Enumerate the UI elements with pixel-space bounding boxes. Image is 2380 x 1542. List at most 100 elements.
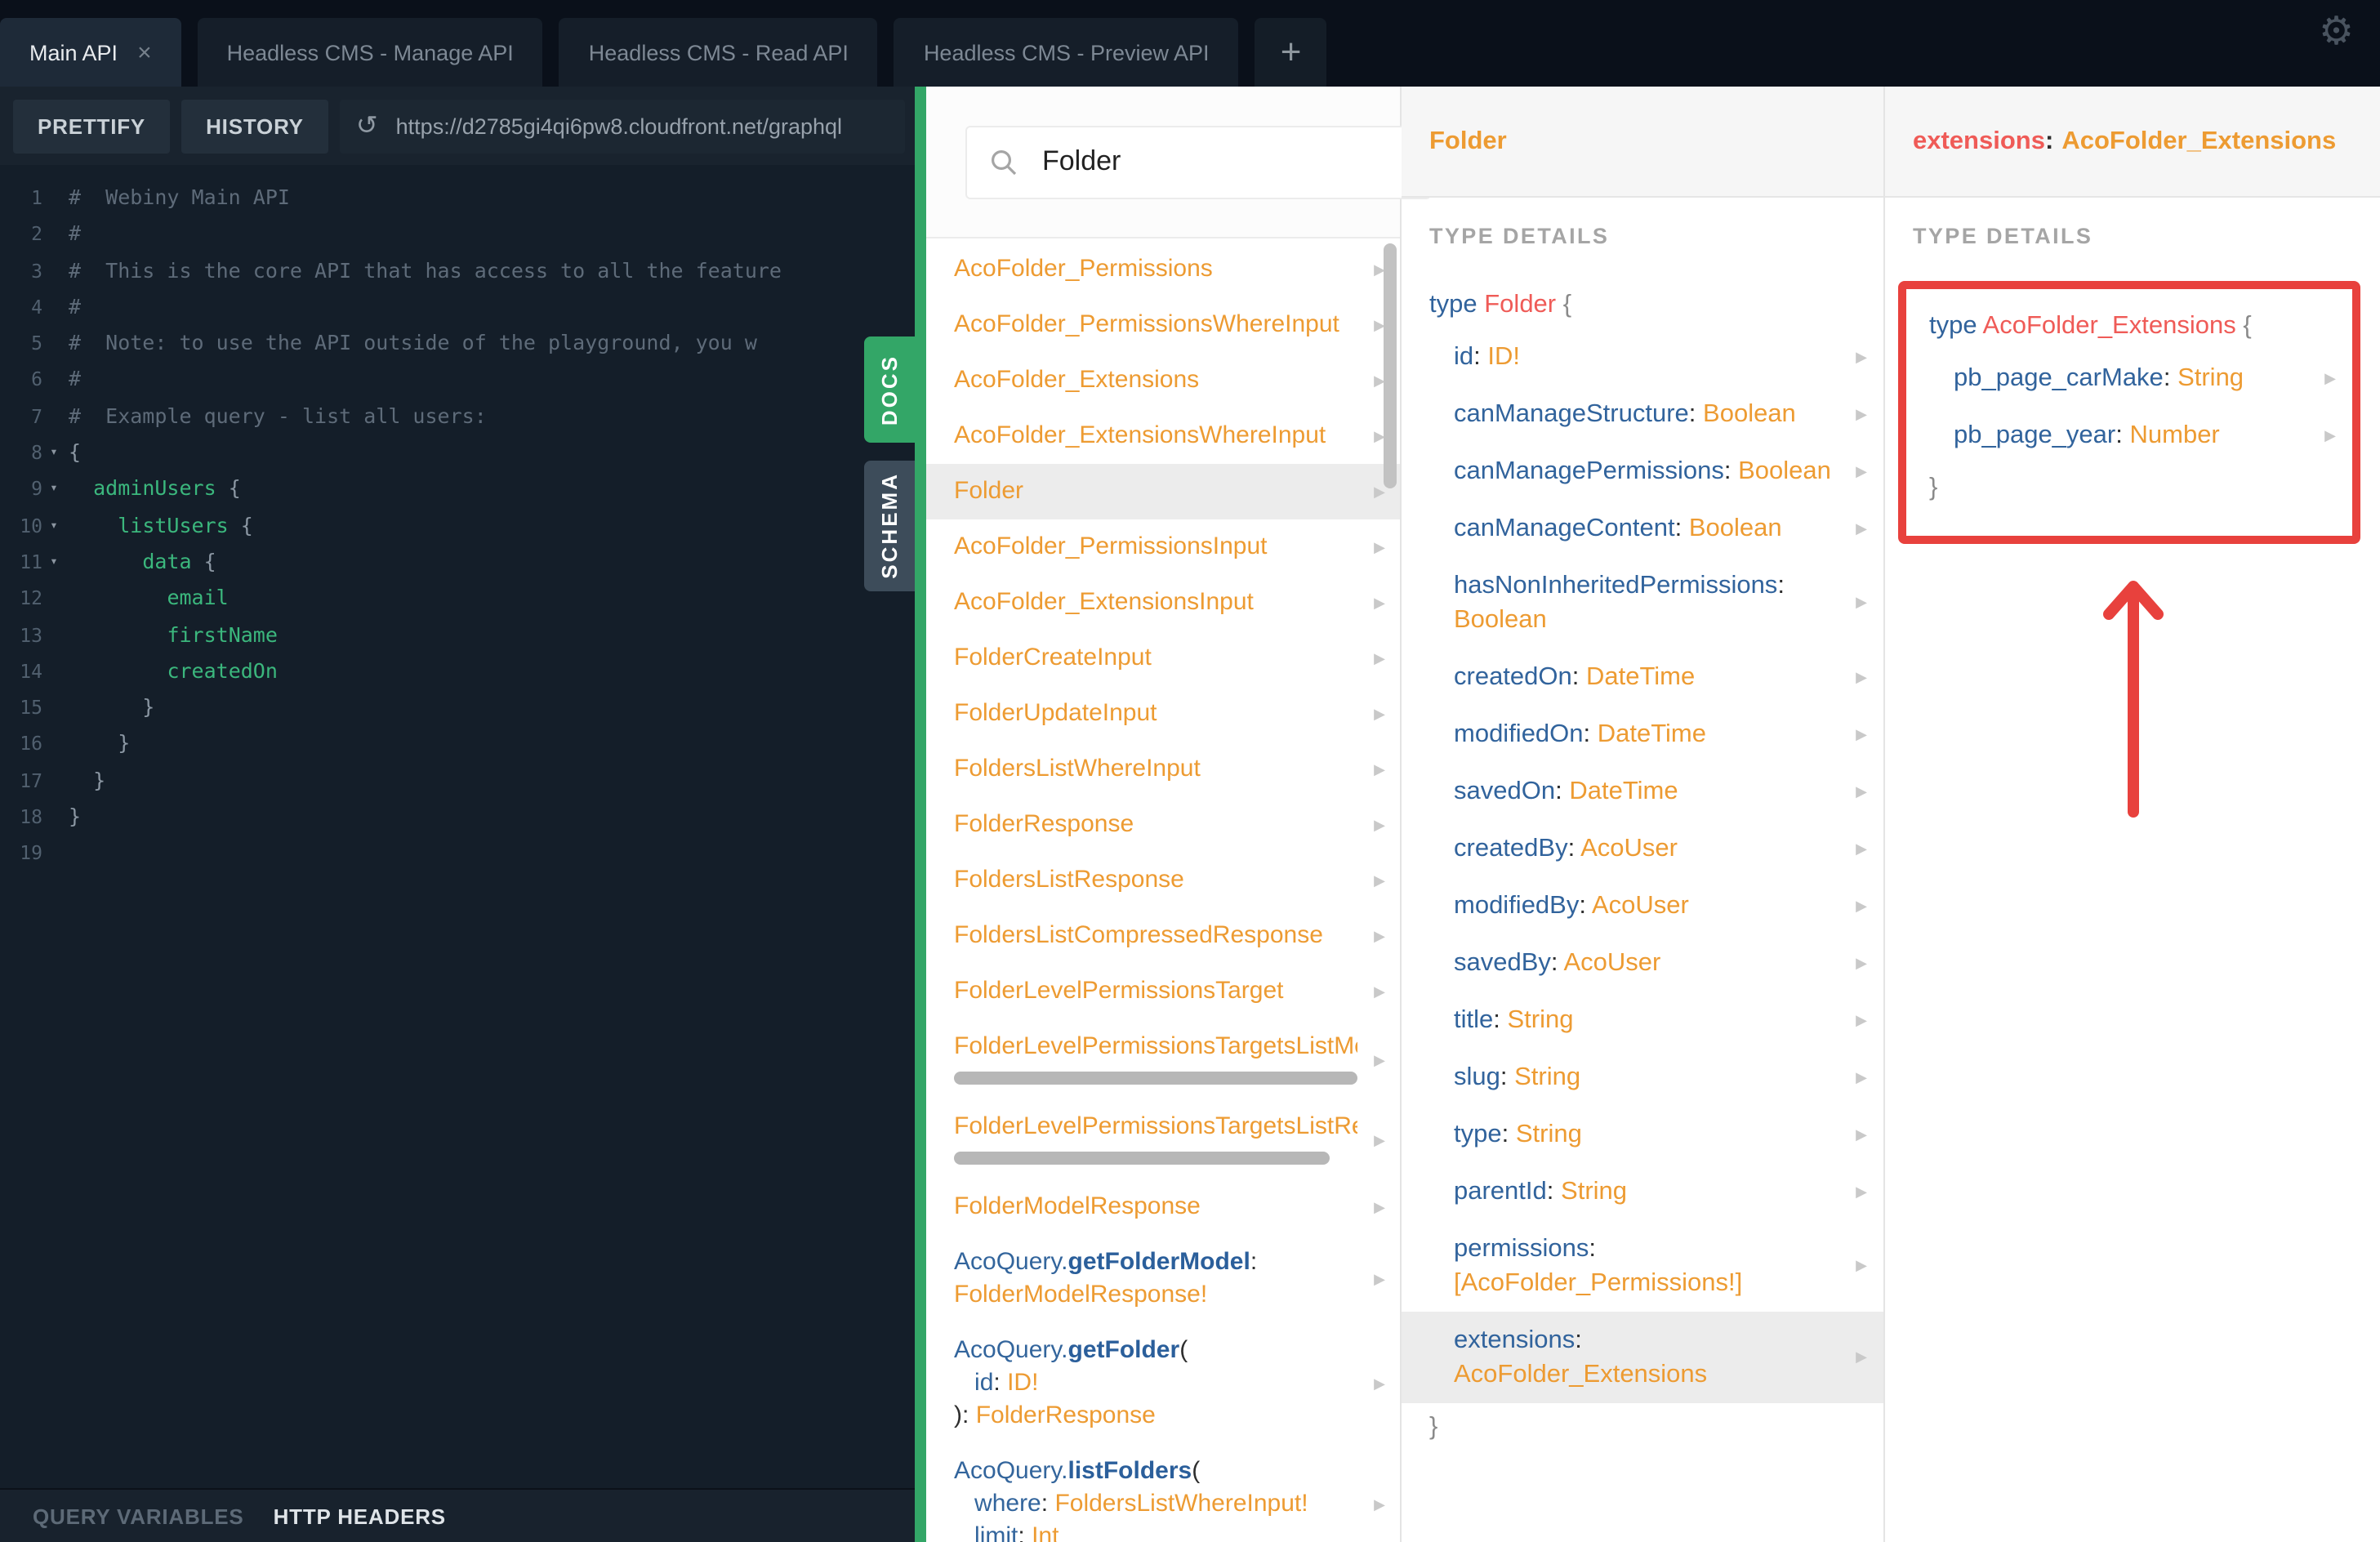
doc-result-item[interactable]: FoldersListWhereInput ▶	[926, 742, 1400, 797]
horizontal-scrollbar[interactable]	[954, 1072, 1357, 1085]
code-text: #	[69, 366, 82, 391]
fold-arrow-icon[interactable]: ▾	[42, 435, 65, 471]
doc-result-item[interactable]: AcoFolder_Permissions ▶	[926, 242, 1400, 297]
type-field-row[interactable]: hasNonInheritedPermissions: Boolean ▶	[1402, 557, 1883, 648]
type-field-row[interactable]: extensions: AcoFolder_Extensions ▶	[1402, 1312, 1883, 1403]
expand-arrow-icon: ▶	[1374, 1051, 1385, 1067]
doc-result-item[interactable]: FoldersListCompressedResponse ▶	[926, 908, 1400, 964]
new-tab-button[interactable]: +	[1255, 18, 1327, 87]
fold-gutter	[42, 325, 65, 362]
type-field-row[interactable]: canManageContent: Boolean ▶	[1402, 500, 1883, 557]
schema-side-tab[interactable]: SCHEMA	[864, 461, 915, 591]
type-field-row[interactable]: canManageStructure: Boolean ▶	[1402, 386, 1883, 443]
field-type: [AcoFolder_Permissions!]	[1454, 1269, 1743, 1297]
type-field-row[interactable]: permissions: [AcoFolder_Permissions!] ▶	[1402, 1220, 1883, 1312]
docs-search-header	[926, 87, 1431, 238]
doc-result-item[interactable]: AcoQuery.getFolderModel: FolderModelRespo…	[926, 1235, 1400, 1323]
type-field-row[interactable]: modifiedBy: AcoUser ▶	[1402, 877, 1883, 934]
type-declaration: type Folder {	[1402, 281, 1883, 328]
folder-panel-header: Folder	[1402, 87, 1883, 198]
api-tab[interactable]: Headless CMS - Preview API	[894, 18, 1239, 87]
doc-result-item[interactable]: FolderResponse ▶	[926, 797, 1400, 853]
type-field-row[interactable]: pb_page_year: Number ▶	[1906, 407, 2352, 464]
expand-arrow-icon: ▶	[1374, 1131, 1385, 1148]
doc-result-item[interactable]: AcoQuery.listFolders( where: FoldersList…	[926, 1444, 1400, 1542]
doc-result-item[interactable]: FolderLevelPermissionsTargetsListMeta ▶	[926, 1019, 1400, 1099]
doc-result-item[interactable]: FolderLevelPermissionsTarget ▶	[926, 964, 1400, 1019]
api-tab[interactable]: Headless CMS - Manage API	[197, 18, 543, 87]
header-colon: :	[2044, 127, 2054, 154]
line-number: 18	[20, 805, 42, 829]
type-field-row[interactable]: slug: String ▶	[1402, 1049, 1883, 1106]
doc-result-item[interactable]: FolderModelResponse ▶	[926, 1179, 1400, 1235]
docs-panel-divider[interactable]	[915, 87, 926, 1542]
line-number: 11	[20, 550, 42, 573]
query-variables-tab[interactable]: QUERY VARIABLES	[33, 1504, 244, 1528]
type-field-row[interactable]: pb_page_carMake: String ▶	[1906, 350, 2352, 407]
close-brace: }	[1929, 474, 1938, 501]
type-field-row[interactable]: modifiedOn: DateTime ▶	[1402, 706, 1883, 763]
open-brace: {	[1562, 291, 1572, 319]
editor-line: 12 email	[0, 581, 915, 617]
doc-result-item[interactable]: FolderLevelPermissionsTargetsListRespo▶	[926, 1099, 1400, 1179]
close-tab-icon[interactable]: ×	[137, 40, 152, 65]
fold-arrow-icon[interactable]: ▾	[42, 507, 65, 544]
type-field-row[interactable]: title: String ▶	[1402, 992, 1883, 1049]
doc-result-item[interactable]: Folder ▶	[926, 464, 1400, 519]
code-text: createdOn	[167, 657, 278, 683]
line-number: 1	[31, 186, 42, 209]
horizontal-scrollbar[interactable]	[954, 1152, 1330, 1165]
doc-result-item[interactable]: FolderCreateInput ▶	[926, 631, 1400, 686]
docs-side-tab[interactable]: DOCS	[864, 336, 915, 443]
api-tab[interactable]: Headless CMS - Read API	[559, 18, 878, 87]
expand-arrow-icon: ▶	[1856, 1257, 1867, 1273]
type-field-row[interactable]: type: String ▶	[1402, 1106, 1883, 1163]
expand-arrow-icon: ▶	[1856, 348, 1867, 364]
type-field-row[interactable]: createdOn: DateTime ▶	[1402, 648, 1883, 706]
line-number: 5	[31, 332, 42, 355]
api-tab-label: Headless CMS - Read API	[588, 40, 849, 65]
doc-result-item[interactable]: AcoFolder_ExtensionsInput ▶	[926, 575, 1400, 631]
editor-line: 5 # Note: to use the API outside of the p…	[0, 325, 915, 362]
expand-arrow-icon: ▶	[1374, 983, 1385, 1000]
http-headers-tab[interactable]: HTTP HEADERS	[274, 1504, 446, 1528]
api-tab[interactable]: Main API ×	[0, 18, 181, 87]
doc-result-item[interactable]: AcoFolder_PermissionsInput ▶	[926, 519, 1400, 575]
type-field-row[interactable]: createdBy: AcoUser ▶	[1402, 820, 1883, 877]
code-text: }	[69, 804, 82, 829]
doc-result-item[interactable]: FolderUpdateInput ▶	[926, 686, 1400, 742]
settings-gear-icon[interactable]: ⚙	[2319, 12, 2354, 52]
doc-result-item[interactable]: AcoFolder_PermissionsWhereInput ▶	[926, 297, 1400, 353]
prettify-button[interactable]: PRETTIFY	[13, 99, 171, 153]
doc-result-item[interactable]: FoldersListResponse ▶	[926, 853, 1400, 908]
type-field-row[interactable]: parentId: String ▶	[1402, 1163, 1883, 1220]
field-name: canManageStructure	[1454, 400, 1689, 428]
field-name: title	[1454, 1006, 1494, 1034]
docs-search-input[interactable]	[1039, 144, 1406, 180]
field-name: canManagePermissions	[1454, 457, 1724, 485]
reload-schema-icon[interactable]: ↺	[356, 109, 378, 142]
expand-arrow-icon: ▶	[1374, 595, 1385, 611]
results-vertical-scrollbar[interactable]	[1384, 243, 1397, 488]
type-field-row[interactable]: id: ID! ▶	[1402, 328, 1883, 386]
close-brace: }	[1429, 1413, 1438, 1441]
type-field-row[interactable]: savedOn: DateTime ▶	[1402, 763, 1883, 820]
history-button[interactable]: HISTORY	[181, 99, 328, 153]
doc-result-item[interactable]: AcoFolder_Extensions ▶	[926, 353, 1400, 408]
editor-footer: QUERY VARIABLES HTTP HEADERS	[0, 1488, 915, 1542]
fold-arrow-icon[interactable]: ▾	[42, 471, 65, 508]
expand-arrow-icon: ▶	[1856, 1183, 1867, 1199]
doc-result-item[interactable]: AcoQuery.getFolder( id: ID!): FolderResp…	[926, 1323, 1400, 1444]
type-details-label: TYPE DETAILS	[1429, 224, 1610, 248]
endpoint-url-input[interactable]	[392, 112, 889, 140]
docs-results-list: AcoFolder_Permissions ▶ AcoFolder_Permissi…	[926, 238, 1400, 1542]
fold-gutter	[42, 216, 65, 253]
code-text: adminUsers {	[93, 475, 241, 501]
type-field-row[interactable]: canManagePermissions: Boolean ▶	[1402, 443, 1883, 500]
doc-result-item[interactable]: AcoFolder_ExtensionsWhereInput ▶	[926, 408, 1400, 464]
type-field-row[interactable]: savedBy: AcoUser ▶	[1402, 934, 1883, 992]
extensions-panel-field: extensions	[1913, 127, 2045, 154]
query-editor[interactable]: 1 # Webiny Main API 2 #3 # This is the core …	[0, 165, 915, 1488]
fold-arrow-icon[interactable]: ▾	[42, 544, 65, 581]
graphql-playground-window: Main API × Headless CMS - Manage API Headle…	[0, 0, 2380, 1542]
